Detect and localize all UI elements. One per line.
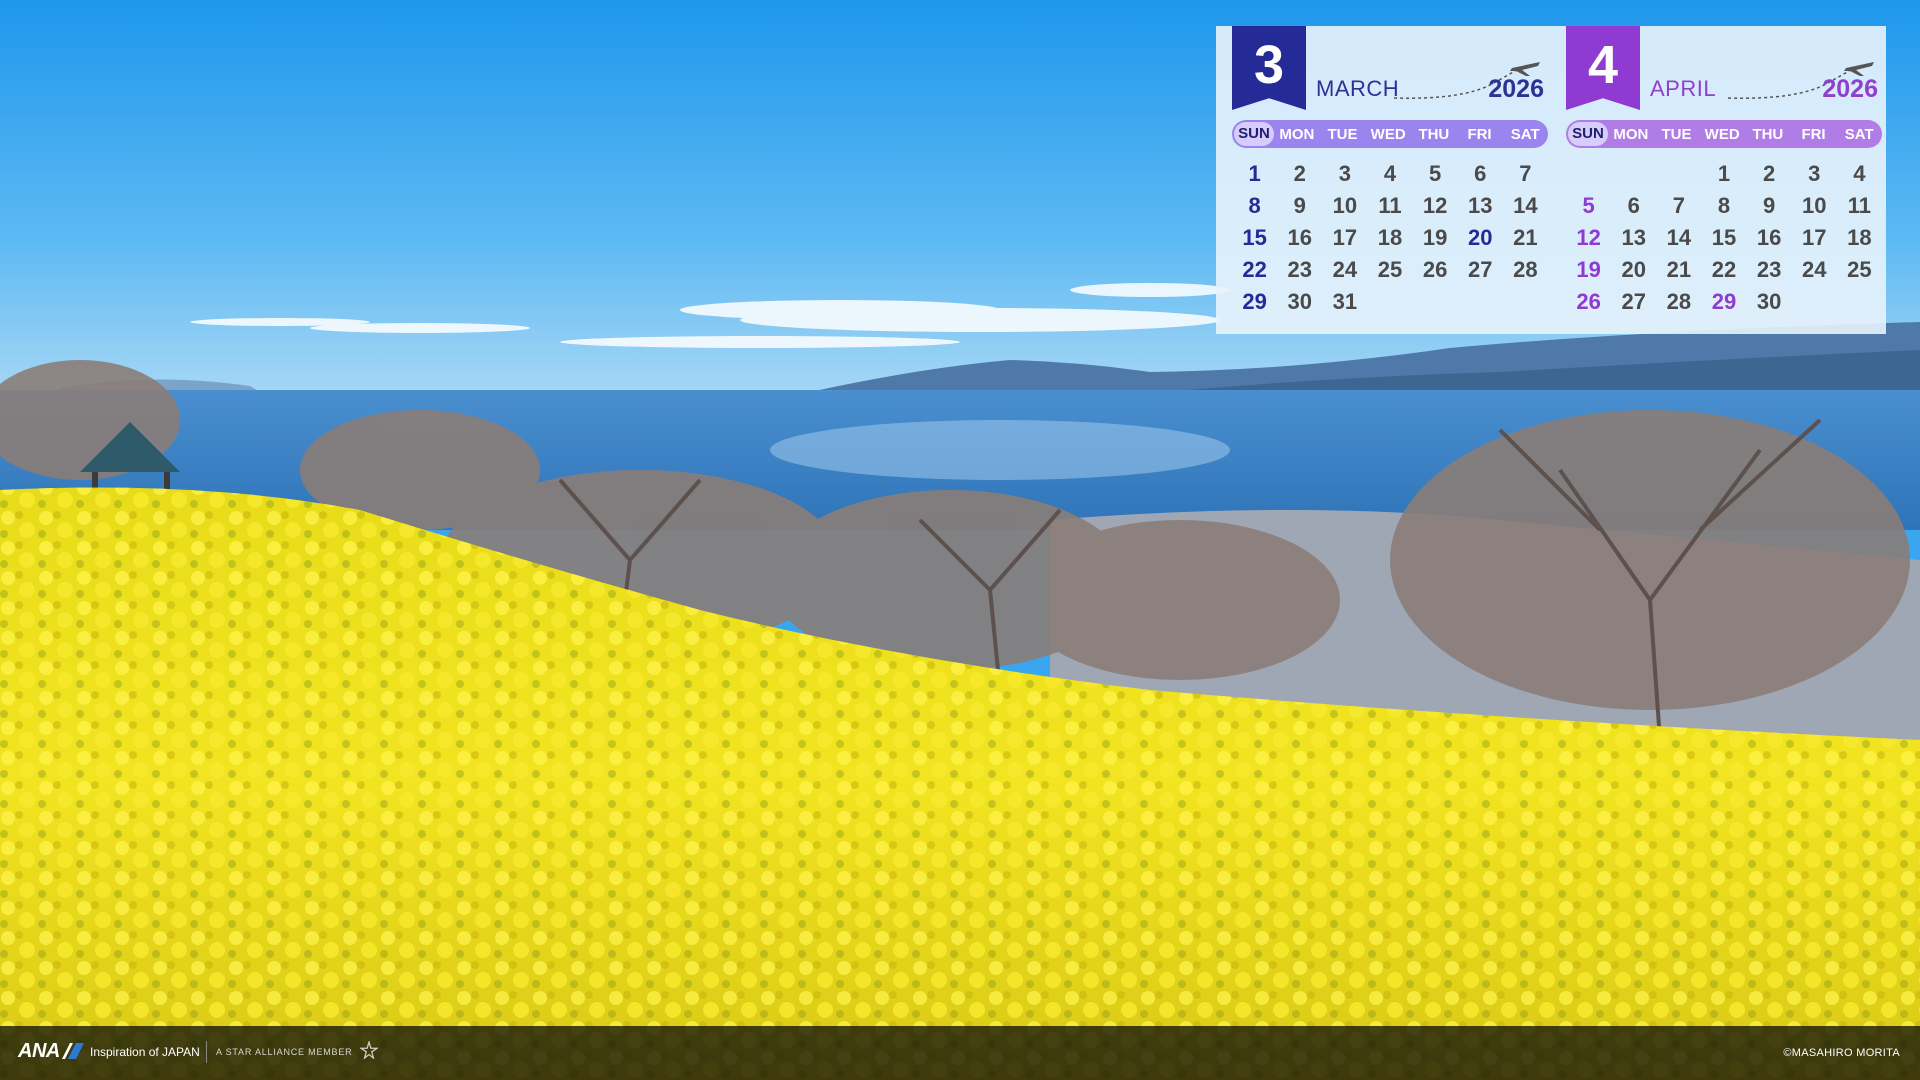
- day-cell: 22: [1242, 257, 1267, 282]
- weekday-sun: SUN: [1568, 122, 1608, 146]
- day-cell: 20: [1621, 257, 1646, 282]
- weekday-mon: MON: [1279, 125, 1315, 143]
- day-cell: 9: [1293, 193, 1306, 218]
- day-cell: 21: [1666, 257, 1692, 282]
- footer-divider: [206, 1041, 207, 1063]
- weekday-header: SUN MON TUE WED THU FRI SAT: [1232, 120, 1548, 148]
- day-cell: 4: [1853, 161, 1866, 186]
- day-blank: [1566, 160, 1611, 187]
- day-cell: 27: [1468, 257, 1493, 282]
- day-cell: 17: [1332, 225, 1358, 250]
- day-cell: 15: [1242, 225, 1267, 250]
- ana-logo: ANA: [18, 1040, 60, 1062]
- month-number-badge: 3: [1232, 26, 1306, 110]
- day-cell: 16: [1756, 225, 1782, 250]
- day-cell: 31: [1332, 289, 1358, 314]
- day-cell: 11: [1847, 193, 1872, 218]
- day-cell: 25: [1377, 257, 1403, 282]
- weekday-tue: TUE: [1327, 125, 1358, 143]
- weekday-mon: MON: [1613, 125, 1649, 143]
- calendar-month-march: 3 MARCH 2026 SUN MON TUE WED THU FRI SAT 12345…: [1232, 26, 1548, 334]
- day-cell: 11: [1378, 193, 1402, 218]
- day-cell: 28: [1513, 257, 1538, 282]
- day-cell: 25: [1847, 257, 1872, 282]
- month-name: APRIL: [1650, 76, 1717, 101]
- day-cell: 3: [1338, 161, 1351, 186]
- day-cell: 1: [1717, 161, 1731, 186]
- weekday-sat: SAT: [1510, 125, 1540, 143]
- weekday-thu: THU: [1418, 125, 1450, 143]
- day-cell: 14: [1666, 225, 1692, 250]
- day-cell: 29: [1711, 289, 1737, 314]
- day-cell: 10: [1332, 193, 1358, 218]
- day-blank: [1656, 160, 1701, 187]
- calendar-month-april: 4 APRIL 2026 SUN MON TUE WED THU FRI SAT 12345…: [1566, 26, 1882, 334]
- day-cell: 30: [1287, 289, 1312, 314]
- calendar-panel: 3 MARCH 2026 SUN MON TUE WED THU FRI SAT 12345…: [1216, 26, 1886, 334]
- day-cell: 16: [1287, 225, 1312, 250]
- day-cell: 2: [1293, 161, 1306, 186]
- day-cell: 12: [1422, 193, 1448, 218]
- day-blank: [1611, 160, 1656, 187]
- day-cell: 13: [1468, 193, 1493, 218]
- weekday-wed: WED: [1370, 125, 1406, 143]
- day-cell: 14: [1513, 193, 1538, 218]
- day-cell: 4: [1383, 161, 1397, 186]
- day-cell: 12: [1576, 225, 1601, 250]
- day-cell: 19: [1576, 257, 1601, 282]
- day-grid: 1 2 3 4 5 6 7 8 9 10 11 12 13 14 15 16 17 18 19 20 21 22 23 24 2…: [1232, 160, 1548, 315]
- day-cell: 8: [1717, 193, 1731, 218]
- weekday-thu: THU: [1752, 125, 1784, 143]
- day-cell: 6: [1474, 161, 1487, 186]
- day-cell: 3: [1808, 161, 1821, 186]
- day-cell: 7: [1672, 193, 1685, 218]
- weekday-sat: SAT: [1844, 125, 1874, 143]
- day-grid: 1 2 3 4 5 6 7 8 9 10 11 12 13 14 15 16 17 18 19 20 21 22 23 24 2…: [1566, 160, 1882, 315]
- star-alliance-icon: [360, 1041, 378, 1059]
- weekday-sun: SUN: [1234, 122, 1274, 146]
- day-cell: 5: [1582, 193, 1595, 218]
- day-cell: 28: [1666, 289, 1692, 314]
- day-cell: 30: [1756, 289, 1782, 314]
- day-cell: 1: [1248, 161, 1261, 186]
- weekday-header: SUN MON TUE WED THU FRI SAT: [1566, 120, 1882, 148]
- month-year: 2026: [1488, 75, 1544, 103]
- day-cell: 29: [1242, 289, 1267, 314]
- day-cell: 15: [1711, 225, 1737, 250]
- day-cell: 23: [1287, 257, 1312, 282]
- alliance-text: A STAR ALLIANCE MEMBER: [216, 1047, 353, 1057]
- day-cell: 23: [1756, 257, 1782, 282]
- day-cell: 24: [1802, 257, 1827, 282]
- day-cell: 13: [1621, 225, 1646, 250]
- weekday-wed: WED: [1704, 125, 1740, 143]
- day-cell: 26: [1576, 289, 1601, 314]
- day-cell: 26: [1422, 257, 1448, 282]
- day-cell: 27: [1621, 289, 1646, 314]
- footer-bar: ANA Inspiration of JAPAN A STAR ALLIANCE…: [0, 1026, 1920, 1080]
- tagline: Inspiration of JAPAN: [90, 1045, 200, 1059]
- day-cell: 20: [1468, 225, 1493, 250]
- day-cell: 8: [1248, 193, 1261, 218]
- day-cell: 2: [1763, 161, 1776, 186]
- day-cell: 22: [1711, 257, 1737, 282]
- day-cell: 18: [1377, 225, 1403, 250]
- day-cell: 6: [1627, 193, 1640, 218]
- day-cell: 5: [1429, 161, 1442, 186]
- weekday-fri: FRI: [1467, 125, 1492, 143]
- day-cell: 10: [1802, 193, 1827, 218]
- day-cell: 18: [1847, 225, 1872, 250]
- day-cell: 24: [1332, 257, 1358, 282]
- day-cell: 9: [1763, 193, 1776, 218]
- day-cell: 17: [1802, 225, 1827, 250]
- month-name: MARCH: [1316, 76, 1400, 101]
- month-number-badge: 4: [1566, 26, 1640, 110]
- day-cell: 19: [1422, 225, 1448, 250]
- month-year: 2026: [1822, 75, 1878, 103]
- ana-wing-icon: [62, 1043, 84, 1059]
- day-cell: 21: [1513, 225, 1538, 250]
- photo-credit: ©MASAHIRO MORITA: [1783, 1047, 1900, 1059]
- day-cell: 7: [1519, 161, 1532, 186]
- weekday-tue: TUE: [1661, 125, 1692, 143]
- weekday-fri: FRI: [1801, 125, 1826, 143]
